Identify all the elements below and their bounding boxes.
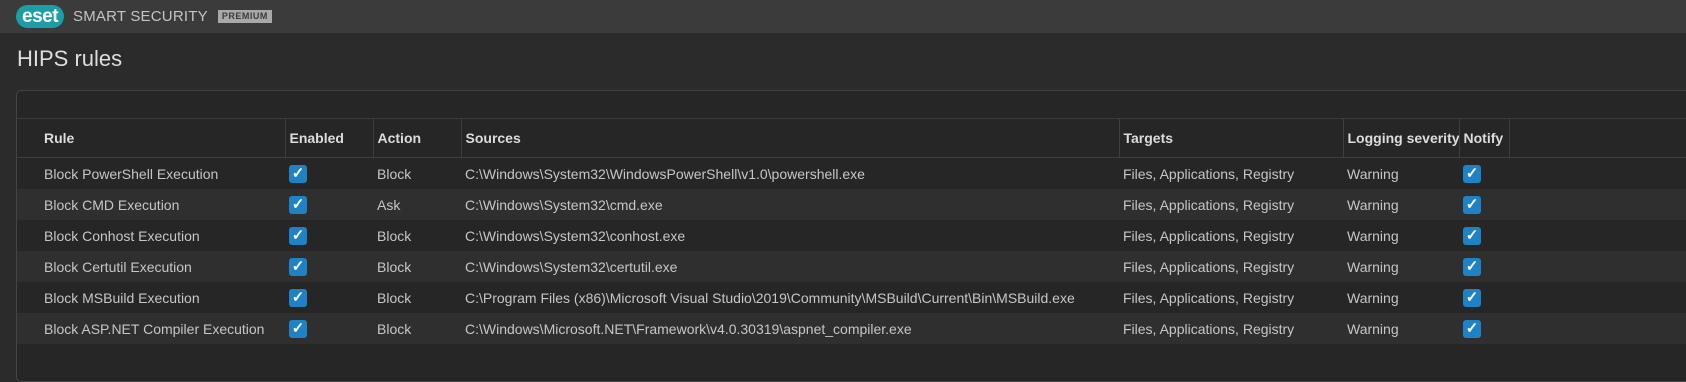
action-cell: Block	[377, 289, 412, 306]
table-row[interactable]: Block PowerShell Execution ✓ Block C:\Wi…	[17, 158, 1686, 190]
row-spacer	[1509, 158, 1686, 190]
targets-cell: Files, Applications, Registry	[1123, 289, 1295, 306]
table-header: Rule Enabled Action Sources Targets Logg…	[17, 119, 1686, 158]
targets-cell: Files, Applications, Registry	[1119, 313, 1343, 344]
edition-badge: PREMIUM	[217, 10, 272, 23]
sources-cell: C:\Windows\System32\certutil.exe	[461, 251, 1119, 282]
notify-cell: ✓	[1459, 313, 1509, 344]
notify-checkbox[interactable]: ✓	[1463, 195, 1481, 214]
rule-name: Block MSBuild Execution	[44, 289, 200, 306]
panel-toolbar	[17, 91, 1686, 119]
targets-cell: Files, Applications, Registry	[1123, 165, 1295, 182]
action-cell: Block	[373, 251, 461, 282]
column-header-rule[interactable]: Rule	[17, 119, 286, 158]
action-cell: Block	[373, 313, 461, 344]
enabled-cell: ✓	[285, 282, 373, 313]
column-header-targets[interactable]: Targets	[1119, 119, 1344, 158]
logging-severity-cell: Warning	[1347, 289, 1399, 306]
product-name: SMART SECURITY	[73, 8, 208, 25]
rule-name: Block PowerShell Execution	[44, 165, 219, 182]
hips-rules-table: Rule Enabled Action Sources Targets Logg…	[17, 119, 1686, 344]
column-header-action[interactable]: Action	[373, 119, 462, 158]
table-row[interactable]: Block ASP.NET Compiler Execution ✓ Block…	[17, 313, 1686, 344]
logging-severity-cell: Warning	[1347, 165, 1399, 182]
row-spacer	[1509, 220, 1686, 251]
enabled-cell: ✓	[285, 251, 373, 282]
sources-cell: C:\Windows\System32\cmd.exe	[461, 189, 1119, 220]
notify-cell: ✓	[1459, 158, 1509, 190]
rule-name: Block ASP.NET Compiler Execution	[17, 313, 285, 344]
sources-cell: C:\Program Files (x86)\Microsoft Visual …	[465, 289, 1075, 306]
sources-cell: C:\Windows\System32\WindowsPowerShell\v1…	[465, 165, 865, 182]
row-spacer	[1509, 189, 1686, 220]
notify-cell: ✓	[1459, 220, 1509, 251]
table-row[interactable]: Block MSBuild Execution ✓ Block C:\Progr…	[17, 282, 1686, 313]
table-row[interactable]: Block Certutil Execution ✓ Block C:\Wind…	[17, 251, 1686, 282]
notify-checkbox[interactable]: ✓	[1463, 319, 1481, 338]
page-title: HIPS rules	[17, 46, 123, 71]
notify-cell: ✓	[1459, 251, 1509, 282]
table-row[interactable]: Block CMD Execution ✓ Ask C:\Windows\Sys…	[17, 189, 1686, 220]
enabled-checkbox[interactable]: ✓	[289, 288, 307, 307]
enabled-checkbox[interactable]: ✓	[289, 226, 307, 245]
rule-name: Block Certutil Execution	[17, 251, 285, 282]
notify-cell: ✓	[1459, 282, 1509, 313]
rule-name: Block Conhost Execution	[44, 227, 200, 244]
column-header-logging-severity[interactable]: Logging severity	[1343, 119, 1460, 158]
targets-cell: Files, Applications, Registry	[1119, 189, 1343, 220]
row-spacer	[1509, 313, 1686, 344]
table-row[interactable]: Block Conhost Execution ✓ Block C:\Windo…	[17, 220, 1686, 251]
targets-cell: Files, Applications, Registry	[1123, 227, 1295, 244]
notify-checkbox[interactable]: ✓	[1463, 226, 1481, 245]
action-cell: Ask	[373, 189, 461, 220]
rules-panel: Rule Enabled Action Sources Targets Logg…	[16, 90, 1686, 382]
logging-severity-cell: Warning	[1343, 251, 1459, 282]
enabled-cell: ✓	[285, 313, 373, 344]
enabled-checkbox[interactable]: ✓	[289, 257, 307, 276]
row-spacer	[1509, 282, 1686, 313]
notify-checkbox[interactable]: ✓	[1463, 164, 1481, 183]
eset-logo: eset	[16, 5, 65, 28]
enabled-checkbox[interactable]: ✓	[289, 319, 307, 338]
enabled-cell: ✓	[285, 189, 373, 220]
notify-checkbox[interactable]: ✓	[1463, 288, 1481, 307]
enabled-cell: ✓	[285, 220, 373, 251]
enabled-checkbox[interactable]: ✓	[289, 164, 307, 183]
column-header-spacer	[1509, 119, 1686, 158]
action-cell: Block	[377, 227, 412, 244]
column-header-notify[interactable]: Notify	[1459, 119, 1510, 158]
column-header-enabled[interactable]: Enabled	[285, 119, 374, 158]
column-header-sources[interactable]: Sources	[461, 119, 1120, 158]
targets-cell: Files, Applications, Registry	[1119, 251, 1343, 282]
rule-name: Block CMD Execution	[17, 189, 285, 220]
sources-cell: C:\Windows\System32\conhost.exe	[465, 227, 686, 244]
logging-severity-cell: Warning	[1343, 313, 1459, 344]
enabled-checkbox[interactable]: ✓	[289, 195, 307, 214]
enabled-cell: ✓	[285, 158, 373, 190]
action-cell: Block	[377, 165, 412, 182]
logging-severity-cell: Warning	[1343, 189, 1459, 220]
row-spacer	[1509, 251, 1686, 282]
title-bar: eset SMART SECURITY PREMIUM	[0, 0, 1686, 33]
notify-cell: ✓	[1459, 189, 1509, 220]
notify-checkbox[interactable]: ✓	[1463, 257, 1481, 276]
logging-severity-cell: Warning	[1347, 227, 1399, 244]
sources-cell: C:\Windows\Microsoft.NET\Framework\v4.0.…	[461, 313, 1119, 344]
